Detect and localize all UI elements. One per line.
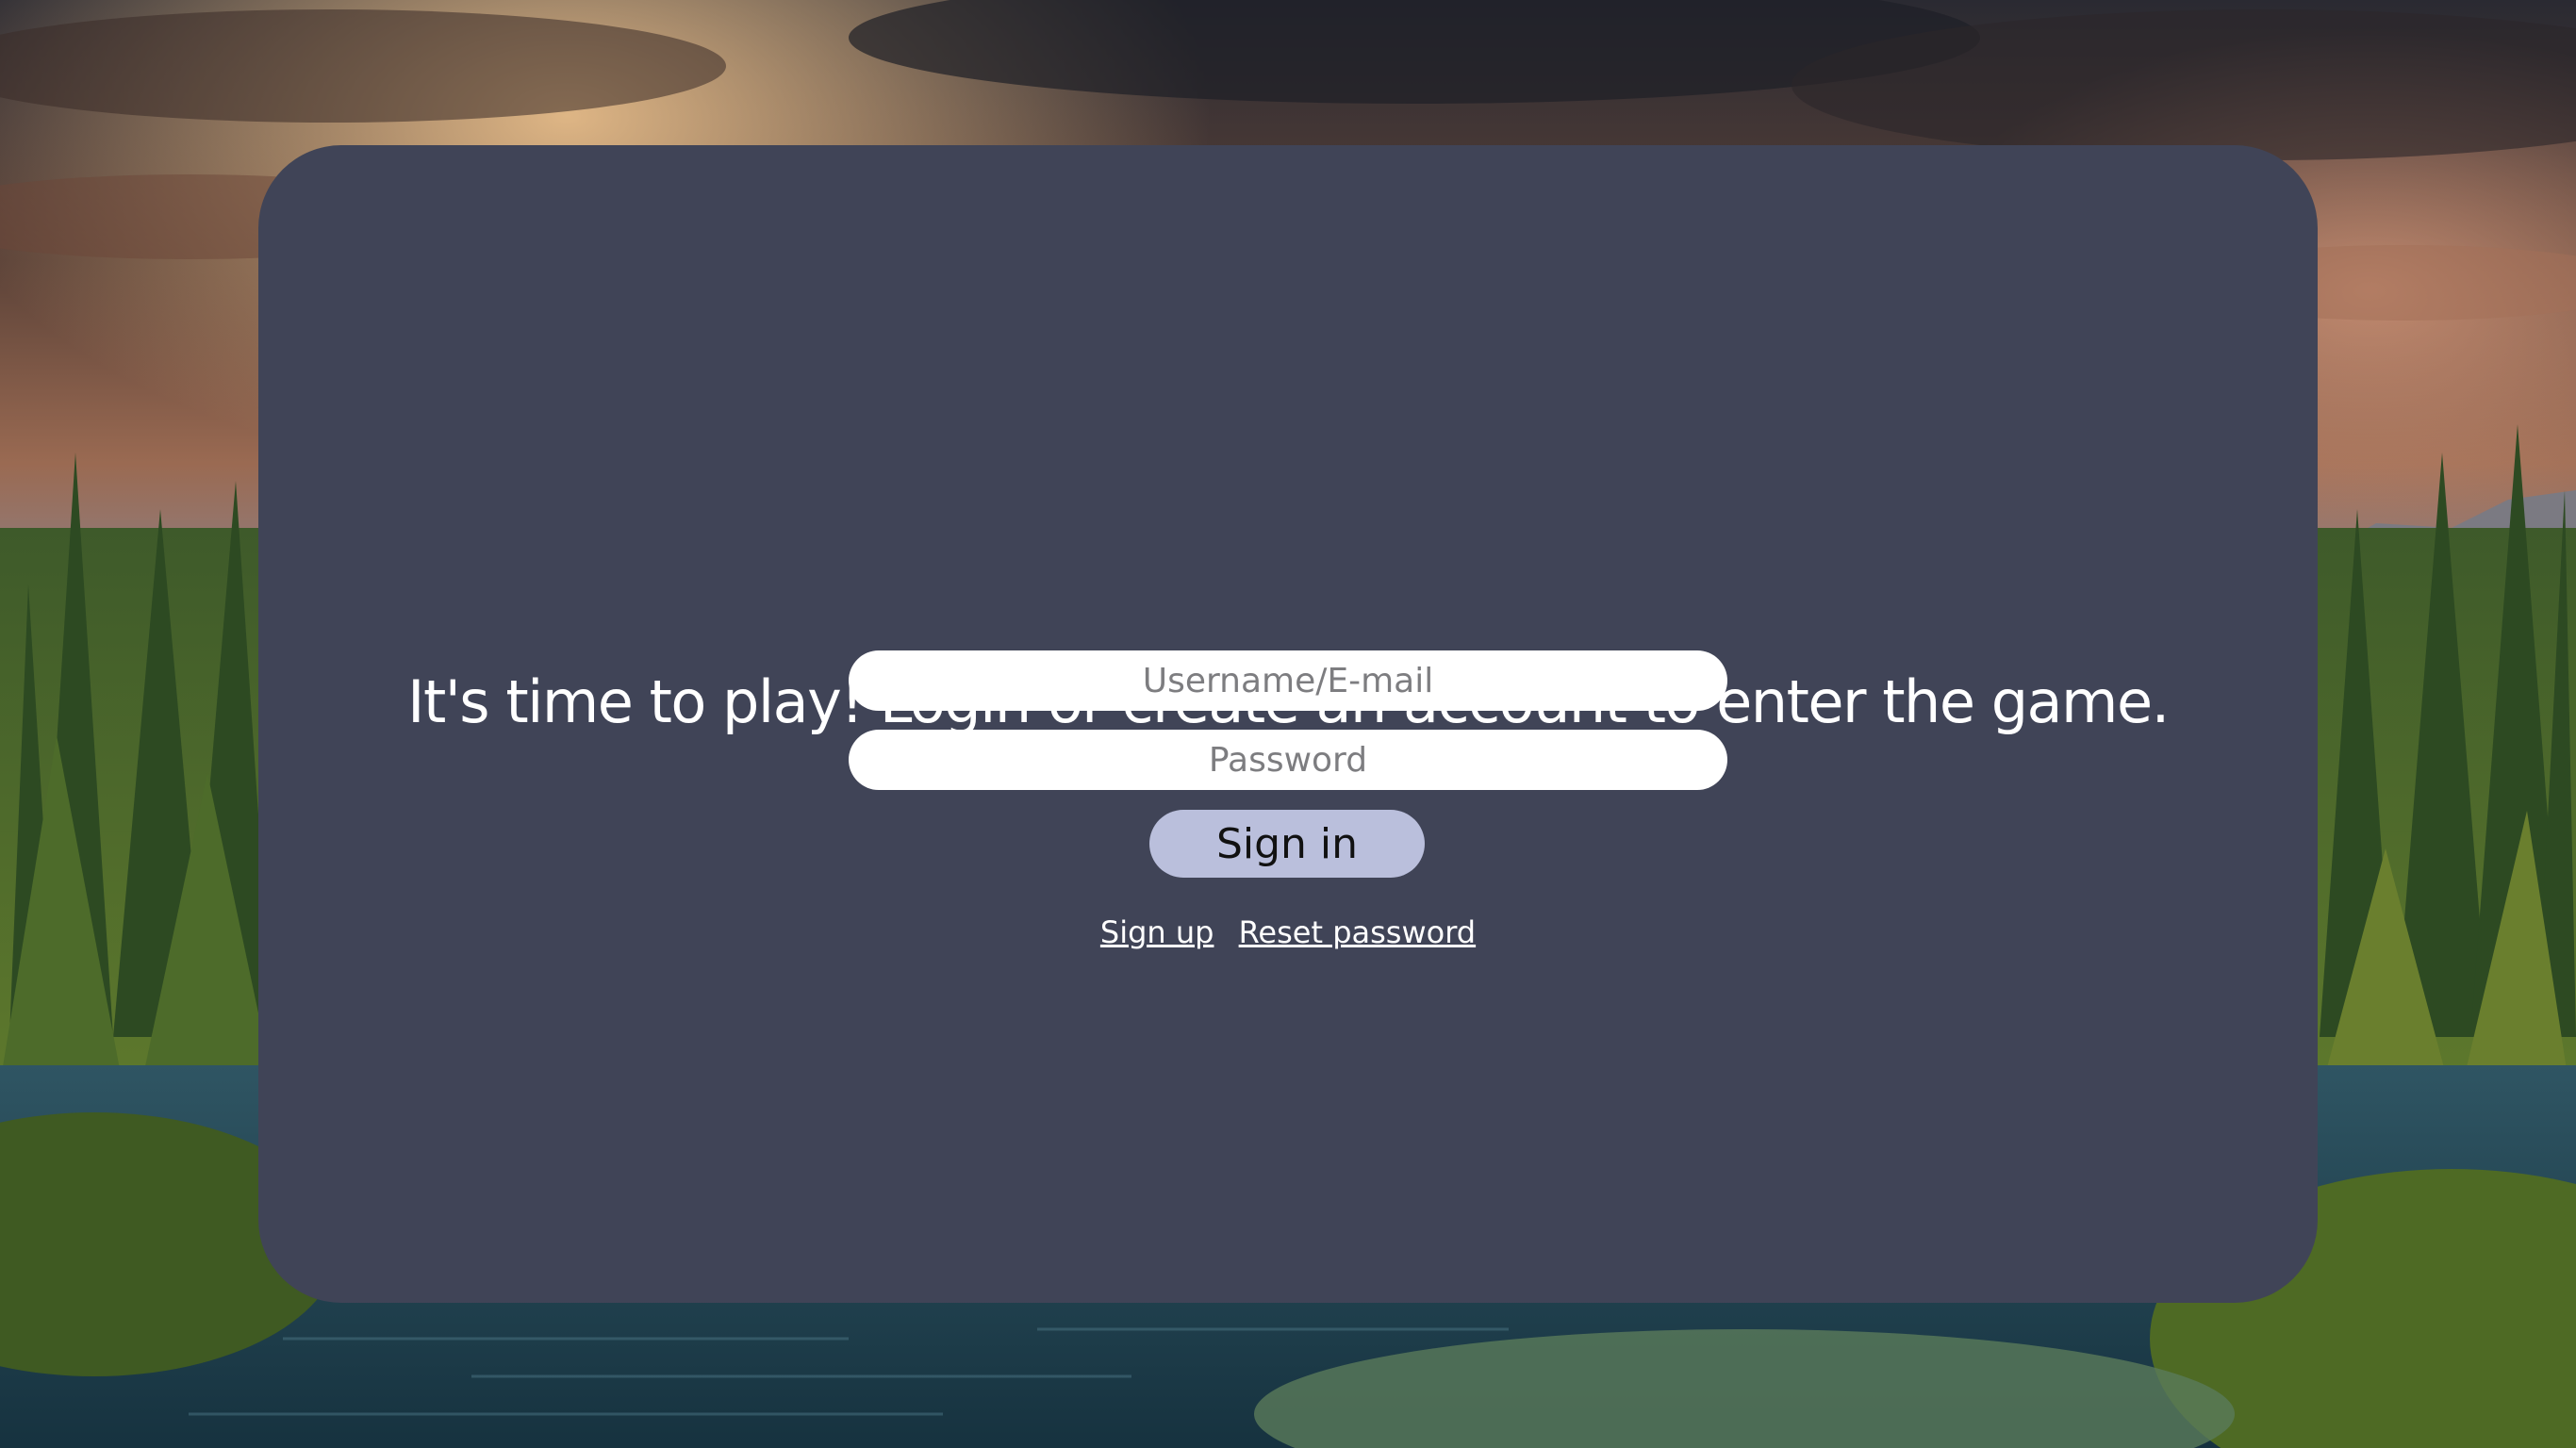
login-panel: It's time to play! Login or create an ac… [258, 145, 2318, 1303]
password-input[interactable] [849, 730, 1727, 790]
sign-up-link[interactable]: Sign up [1100, 914, 1214, 950]
auth-links: Sign up Reset password [258, 914, 2318, 950]
username-input[interactable] [849, 650, 1727, 711]
game-login-screen: It's time to play! Login or create an ac… [0, 0, 2576, 1448]
reset-password-link[interactable]: Reset password [1239, 914, 1476, 950]
sign-in-button[interactable]: Sign in [1149, 810, 1425, 878]
